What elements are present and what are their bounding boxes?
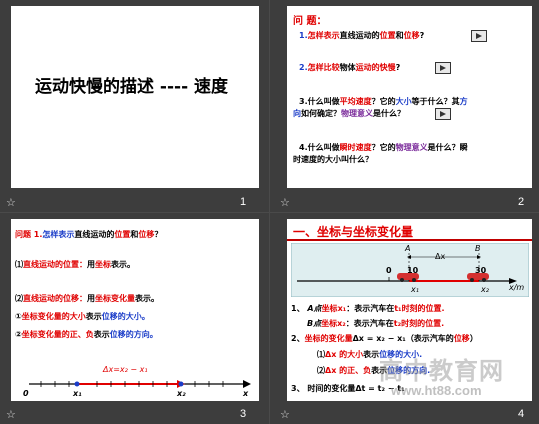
line-displacement: ⑵直线运动的位移：用坐标变化量表示。 bbox=[15, 294, 159, 303]
slide-3-heading: 问题 1.怎样表示直线运动的位置和位移？ bbox=[15, 230, 163, 239]
line-magnitude: ①坐标变化量的大小表示位移的大小。 bbox=[15, 312, 150, 321]
axis-x2-label: x₂ bbox=[177, 389, 186, 398]
question-2: 2.怎样比较物体运动的快慢? bbox=[299, 63, 401, 72]
line-position: ⑴直线运动的位置：用坐标表示。 bbox=[15, 260, 135, 269]
slide-2-heading: 问 题： bbox=[293, 16, 327, 27]
slide-number: 2 bbox=[518, 196, 525, 208]
diagram-label-dx: Δx bbox=[435, 252, 446, 261]
question-3-line-2: 向如何确定？物理意义是什么？ bbox=[293, 109, 405, 118]
slide-transition-icon: ☆ bbox=[280, 196, 290, 209]
slide-number: 4 bbox=[518, 408, 525, 420]
question-1: 1.怎样表示直线运动的位置和位移? bbox=[299, 31, 425, 40]
diagram-label-x2: x₂ bbox=[481, 285, 489, 294]
diagram-label-b: B bbox=[475, 244, 481, 253]
slide-3: 问题 1.怎样表示直线运动的位置和位移？ ⑴直线运动的位置：用坐标表示。 ⑵直线… bbox=[11, 219, 259, 401]
diagram-label-unit: x/m bbox=[509, 283, 525, 292]
play-button-1[interactable] bbox=[471, 30, 487, 42]
diagram-label-thirty: 30 bbox=[475, 266, 487, 275]
slide-1-title: 运动快慢的描述 ---- 速度 bbox=[35, 77, 229, 97]
diagram-label-zero: 0 bbox=[386, 266, 392, 275]
slide-2: 问 题： 1.怎样表示直线运动的位置和位移? 2.怎样比较物体运动的快慢? 3.… bbox=[287, 6, 532, 188]
axis-origin-label: 0 bbox=[23, 389, 29, 398]
diagram-label-x1: x₁ bbox=[411, 285, 419, 294]
slide-4: 一、坐标与坐标变化量 A B Δx 0 10 30 x/m x₁ x₂ 1、 A… bbox=[287, 219, 532, 401]
slide-transition-icon: ☆ bbox=[6, 408, 16, 421]
question-4-line-1: 4.什么叫做瞬时速度？它的物理意义是什么？瞬 bbox=[299, 143, 468, 152]
question-3-line-1: 3.什么叫做平均速度？它的大小等于什么？其方 bbox=[299, 97, 468, 106]
delta-x-label: Δx=x₂ − x₁ bbox=[103, 365, 148, 374]
line-direction: ②坐标变化量的正、负表示位移的方向。 bbox=[15, 330, 158, 339]
slide-transition-icon: ☆ bbox=[280, 408, 290, 421]
watermark-url: www.ht88.com bbox=[391, 383, 482, 398]
coordinate-change-line: 2、坐标的变化量Δx = x₂ − x₁（表示汽车的位移） bbox=[291, 334, 478, 343]
slide-4-title: 一、坐标与坐标变化量 bbox=[293, 225, 414, 239]
point-b-line: B点坐标x₂：表示汽车在t₂时刻的位置. bbox=[307, 319, 445, 328]
slide-thumbnail-4[interactable]: 一、坐标与坐标变化量 A B Δx 0 10 30 x/m x₁ x₂ 1、 A… bbox=[270, 213, 539, 424]
slide-transition-icon: ☆ bbox=[6, 196, 16, 209]
point-a-line: 1、 A点坐标x₁：表示汽车在t₁时刻的位置. bbox=[291, 304, 445, 313]
slide-thumbnail-1[interactable]: 运动快慢的描述 ---- 速度 ☆ 1 bbox=[0, 0, 269, 212]
slide-thumbnail-2[interactable]: 问 题： 1.怎样表示直线运动的位置和位移? 2.怎样比较物体运动的快慢? 3.… bbox=[270, 0, 539, 212]
slide-number: 1 bbox=[240, 196, 247, 208]
watermark-text: 高中教育网 bbox=[379, 357, 504, 385]
slide-1: 运动快慢的描述 ---- 速度 bbox=[11, 6, 259, 188]
play-button-3[interactable] bbox=[435, 108, 451, 120]
play-button-2[interactable] bbox=[435, 62, 451, 74]
slide-thumbnail-3[interactable]: 问题 1.怎样表示直线运动的位置和位移？ ⑴直线运动的位置：用坐标表示。 ⑵直线… bbox=[0, 213, 269, 424]
diagram-label-ten: 10 bbox=[407, 266, 419, 275]
slide-number: 3 bbox=[240, 408, 247, 420]
axis-x1-label: x₁ bbox=[73, 389, 82, 398]
axis-x-label: x bbox=[243, 389, 249, 398]
title-underline bbox=[287, 239, 532, 241]
question-4-line-2: 时速度的大小叫什么？ bbox=[293, 155, 373, 164]
diagram-label-a: A bbox=[405, 244, 411, 253]
